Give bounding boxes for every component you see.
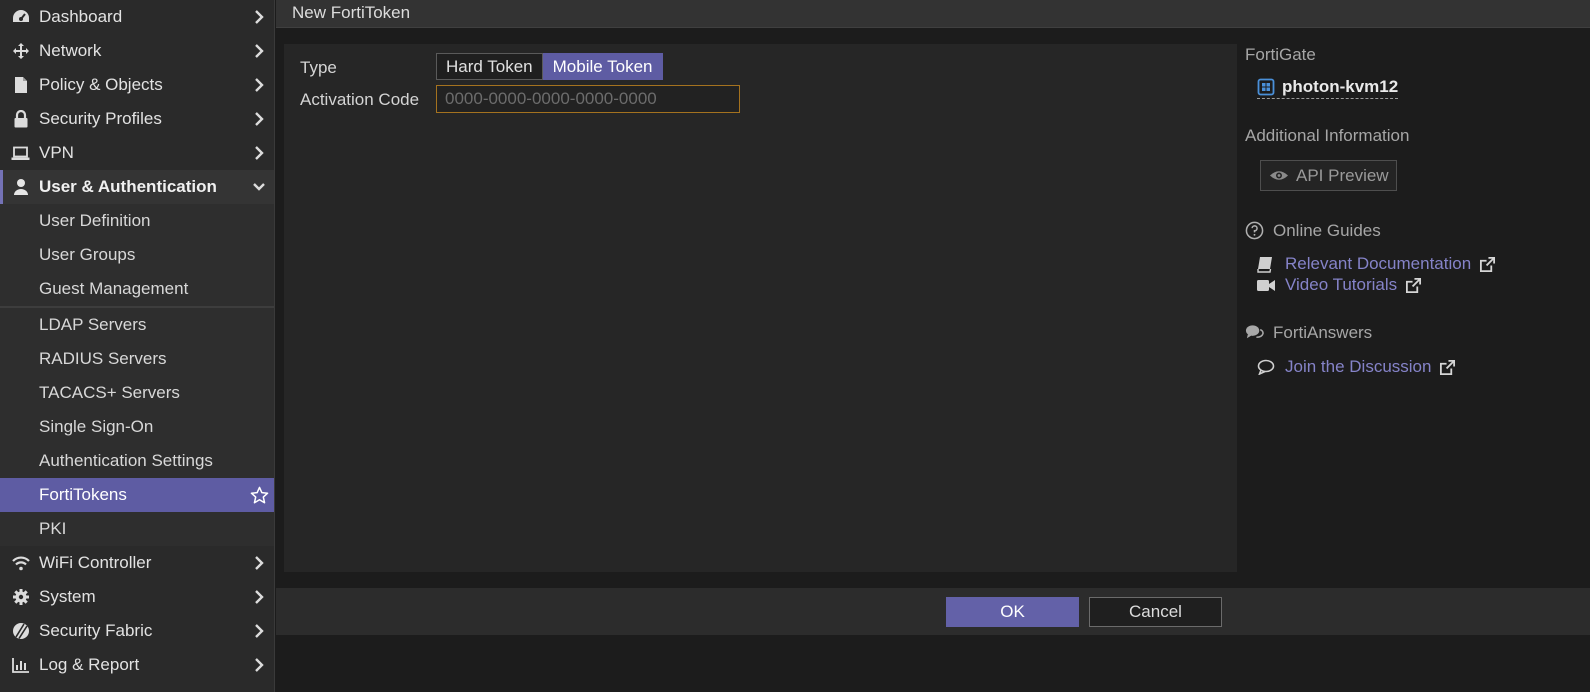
chevron-right-icon [255,624,264,638]
join-discussion-label: Join the Discussion [1285,357,1432,376]
sidebar-subitem-label: PKI [39,519,67,538]
external-link-icon [1406,277,1422,293]
star-icon[interactable] [250,486,269,505]
join-discussion-link[interactable]: Join the Discussion [1257,357,1456,377]
chevron-right-icon [255,146,264,160]
bar-chart-icon [11,656,30,674]
sidebar-item-wifi-controller[interactable]: WiFi Controller [0,546,274,580]
question-circle-icon [1245,221,1264,240]
sidebar-item-user-authentication[interactable]: User & Authentication [0,170,274,204]
type-label: Type [300,58,337,77]
additional-info-heading: Additional Information [1245,126,1410,145]
sidebar-subitem-tacacs-servers[interactable]: TACACS+ Servers [0,376,274,410]
sidebar-subitem-ldap-servers[interactable]: LDAP Servers [0,308,274,342]
sidebar-subitem-label: User Groups [39,245,136,264]
sidebar-item-label: Security Fabric [39,621,153,640]
video-tutorials-label: Video Tutorials [1285,275,1398,294]
security-fabric-icon [11,622,30,640]
sidebar-item-label: Security Profiles [39,109,162,128]
video-camera-icon [1257,276,1275,294]
sidebar-subitem-single-sign-on[interactable]: Single Sign-On [0,410,274,444]
chevron-right-icon [255,78,264,92]
sidebar-item-security-fabric[interactable]: Security Fabric [0,614,274,648]
network-icon [11,42,30,60]
lock-icon [11,110,30,128]
sidebar-subitem-label: FortiTokens [39,485,127,504]
sidebar-subitem-label: LDAP Servers [39,315,147,334]
relevant-documentation-link[interactable]: Relevant Documentation [1257,254,1496,274]
sidebar-subitem-pki[interactable]: PKI [0,512,274,546]
cancel-button[interactable]: Cancel [1089,597,1222,627]
device-name: photon-kvm12 [1282,77,1399,96]
sidebar-item-label: User & Authentication [39,177,217,196]
form-panel: Type Hard Token Mobile Token Activation … [284,44,1237,572]
device-link[interactable]: photon-kvm12 [1257,77,1399,99]
external-link-icon [1480,256,1496,272]
sidebar-subitem-label: User Definition [39,211,151,230]
fortigate-device-icon [1257,78,1275,96]
activation-code-label: Activation Code [300,90,420,109]
relevant-documentation-label: Relevant Documentation [1285,254,1472,273]
page-header: New FortiToken [276,0,1590,28]
sidebar: Dashboard Network Policy & Objects Secur… [0,0,275,692]
sidebar-item-label: Dashboard [39,7,123,26]
dashboard-icon [11,8,30,26]
sidebar-item-dashboard[interactable]: Dashboard [0,0,274,34]
sidebar-subitem-radius-servers[interactable]: RADIUS Servers [0,342,274,376]
api-preview-button[interactable]: API Preview [1260,160,1397,191]
sidebar-item-security-profiles[interactable]: Security Profiles [0,102,274,136]
page-title: New FortiToken [292,3,411,22]
sidebar-item-label: Network [39,41,102,60]
comment-icon [1257,358,1275,376]
chevron-down-icon [253,183,265,191]
chevron-right-icon [255,44,264,58]
fortigate-heading: FortiGate [1245,45,1316,64]
sidebar-subitem-label: TACACS+ Servers [39,383,180,402]
chevron-right-icon [255,658,264,672]
chevron-right-icon [255,10,264,24]
sidebar-item-system[interactable]: System [0,580,274,614]
sidebar-item-network[interactable]: Network [0,34,274,68]
online-guides-heading: Online Guides [1273,221,1381,240]
external-link-icon [1440,359,1456,375]
sidebar-subitem-label: Authentication Settings [39,451,213,470]
sidebar-item-label: Log & Report [39,655,140,674]
activation-code-input[interactable] [436,85,740,113]
sidebar-item-log-report[interactable]: Log & Report [0,648,274,682]
mobile-token-option[interactable]: Mobile Token [542,53,663,80]
sidebar-item-label: WiFi Controller [39,553,152,572]
hard-token-option[interactable]: Hard Token [436,53,543,80]
api-preview-label: API Preview [1296,165,1389,185]
sidebar-item-vpn[interactable]: VPN [0,136,274,170]
fortianswers-heading: FortiAnswers [1273,323,1373,342]
sidebar-item-label: VPN [39,143,74,162]
gear-icon [11,588,30,606]
sidebar-subitem-label: RADIUS Servers [39,349,167,368]
sidebar-subitem-user-groups[interactable]: User Groups [0,238,274,272]
book-icon [1257,255,1275,273]
sidebar-subitem-guest-management[interactable]: Guest Management [0,272,274,306]
chevron-right-icon [255,112,264,126]
sidebar-item-label: Policy & Objects [39,75,163,94]
wifi-icon [11,554,30,572]
policy-objects-icon [11,76,30,94]
video-tutorials-link[interactable]: Video Tutorials [1257,275,1422,295]
sidebar-subitem-label: Single Sign-On [39,417,154,436]
sidebar-item-policy-objects[interactable]: Policy & Objects [0,68,274,102]
sidebar-item-label: System [39,587,96,606]
ok-button[interactable]: OK [946,597,1079,627]
sidebar-subitem-fortitokens[interactable]: FortiTokens [0,478,274,512]
comments-icon [1245,325,1264,339]
dialog-footer: OK Cancel [276,588,1590,635]
laptop-icon [11,144,30,162]
eye-icon [1270,171,1288,180]
token-type-toggle: Hard Token Mobile Token [436,53,663,80]
user-icon [11,178,30,196]
sidebar-subitem-authentication-settings[interactable]: Authentication Settings [0,444,274,478]
chevron-right-icon [255,556,264,570]
sidebar-subitem-label: Guest Management [39,279,189,298]
sidebar-subitem-user-definition[interactable]: User Definition [0,204,274,238]
chevron-right-icon [255,590,264,604]
